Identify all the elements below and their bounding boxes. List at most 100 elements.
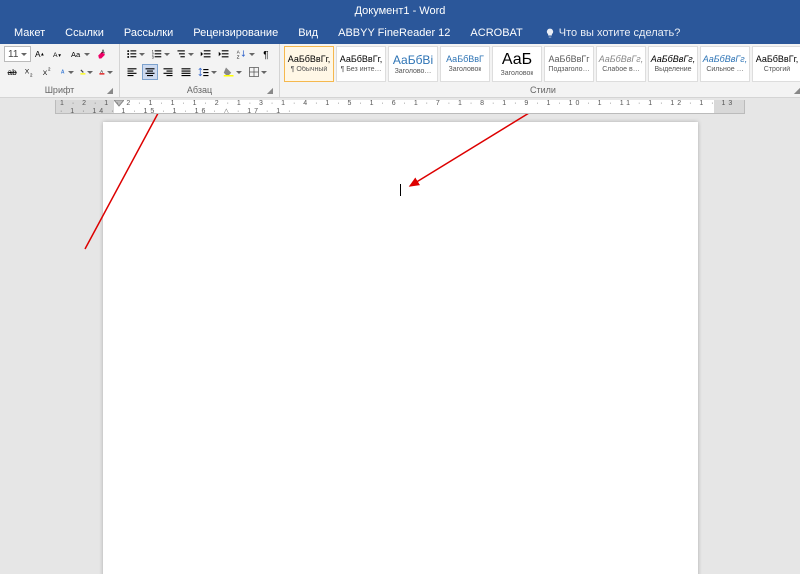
style-item-5[interactable]: АаБбВвГг Подзаголо… [544,46,594,82]
style-item-4[interactable]: АаБ Заголовок [492,46,542,82]
font-dialog-launcher[interactable]: ◢ [105,86,115,96]
style-name: Подзаголо… [548,66,589,73]
superscript-icon: X2 [42,66,54,78]
paragraph-group-label: Абзац ◢ [124,84,275,97]
style-sample: АаБбВвГг [548,55,589,64]
strikethrough-icon: ab [6,66,18,78]
show-marks-button[interactable]: ¶ [259,46,275,62]
style-sample: АаБбВвГ [446,55,484,64]
svg-text:2: 2 [30,73,33,78]
group-font: 11 A▴ A▾ Aa A ab X2 X2 A A Шрифт ◢ [0,44,120,97]
svg-text:3: 3 [151,55,153,59]
ribbon-tabs: Макет Ссылки Рассылки Рецензирование Вид… [0,22,800,44]
title-bar: Документ1 - Word [0,0,800,22]
style-sample: АаБбВвГг, [599,55,643,64]
align-justify-button[interactable] [178,64,194,80]
style-sample: АаБбВвГг, [651,55,695,64]
style-sample: АаБ [502,52,532,68]
tab-view[interactable]: Вид [288,22,328,44]
style-name: Заголовок [449,66,482,73]
tab-review[interactable]: Рецензирование [183,22,288,44]
horizontal-ruler[interactable]: 1 · 2 · 1 · 2 · 1 · 1 · 1 · 2 · 1 · 3 · … [55,100,745,114]
tab-references[interactable]: Ссылки [55,22,114,44]
grow-font-button[interactable]: A▴ [33,46,49,62]
styles-gallery[interactable]: АаБбВвГг,¶ ОбычныйАаБбВвГг,¶ Без инте…Аа… [284,46,800,82]
style-item-9[interactable]: АаБбВвГг, Строгий [752,46,800,82]
style-item-6[interactable]: АаБбВвГг,Слабое в… [596,46,646,82]
align-left-icon [126,66,138,78]
multilevel-list-button[interactable] [174,46,197,62]
shading-button[interactable] [221,64,244,80]
style-sample: АаБбВвГг, [756,55,799,64]
font-color-icon: A [99,66,106,78]
align-justify-icon [180,66,192,78]
text-cursor [400,184,401,196]
line-spacing-button[interactable] [196,64,219,80]
shrink-font-button[interactable]: A▾ [51,46,67,62]
style-item-2[interactable]: АаБбВіЗаголово… [388,46,438,82]
tab-mailings[interactable]: Рассылки [114,22,183,44]
style-item-0[interactable]: АаБбВвГг,¶ Обычный [284,46,334,82]
increase-indent-button[interactable] [216,46,232,62]
style-name: ¶ Без инте… [341,66,382,73]
subscript-button[interactable]: X2 [22,64,38,80]
highlight-button[interactable] [78,64,96,80]
font-group-label: Шрифт ◢ [4,84,115,97]
paragraph-dialog-launcher[interactable]: ◢ [265,86,275,96]
subscript-icon: X2 [24,66,36,78]
strikethrough-button[interactable]: ab [4,64,20,80]
eraser-icon: A [96,48,108,60]
highlight-icon [80,66,87,78]
svg-text:▴: ▴ [41,52,44,58]
text-effects-icon: A [60,66,67,78]
group-styles: АаБбВвГг,¶ ОбычныйАаБбВвГг,¶ Без инте…Аа… [280,44,800,97]
bullets-button[interactable] [124,46,147,62]
tab-acrobat[interactable]: ACROBAT [460,22,532,44]
clear-formatting-button[interactable]: A [94,46,110,62]
svg-text:2: 2 [48,67,51,72]
svg-text:X: X [25,69,30,76]
svg-text:A: A [61,70,65,76]
style-item-3[interactable]: АаБбВвГ Заголовок [440,46,490,82]
svg-text:A: A [101,69,104,74]
borders-button[interactable] [246,64,269,80]
svg-text:¶: ¶ [263,50,268,60]
style-item-8[interactable]: АаБбВвГг, Сильное … [700,46,750,82]
sort-button[interactable]: AZ [234,46,257,62]
style-name: Заголовок [501,70,534,77]
svg-text:A: A [237,49,240,54]
bullets-icon [126,48,138,60]
document-workspace [0,114,800,574]
font-color-button[interactable]: A [97,64,115,80]
style-sample: АаБбВвГг, [288,55,331,64]
numbering-button[interactable]: 123 [149,46,172,62]
tab-layout[interactable]: Макет [4,22,55,44]
tab-abbyy[interactable]: ABBYY FineReader 12 [328,22,460,44]
align-right-button[interactable] [160,64,176,80]
style-sample: АаБбВвГг, [703,55,747,64]
align-center-icon [144,66,156,78]
grow-font-icon: A▴ [35,48,47,60]
decrease-indent-button[interactable] [198,46,214,62]
style-name: Выделение [654,66,691,73]
svg-text:X: X [43,70,48,77]
tell-me-search[interactable]: Что вы хотите сделать? [533,27,681,39]
change-case-button[interactable]: Aa [69,46,92,62]
align-center-button[interactable] [142,64,158,80]
style-item-1[interactable]: АаБбВвГг,¶ Без инте… [336,46,386,82]
svg-text:▾: ▾ [59,53,62,59]
style-item-7[interactable]: АаБбВвГг, Выделение [648,46,698,82]
superscript-button[interactable]: X2 [40,64,56,80]
styles-dialog-launcher[interactable]: ◢ [792,86,800,96]
document-page[interactable] [103,122,698,574]
ruler-container: 1 · 2 · 1 · 2 · 1 · 1 · 1 · 2 · 1 · 3 · … [0,98,800,114]
svg-text:Aa: Aa [71,50,81,59]
font-size-combo[interactable]: 11 [4,46,31,62]
svg-text:A: A [53,52,58,59]
borders-icon [248,66,260,78]
align-left-button[interactable] [124,64,140,80]
style-name: Строгий [764,66,790,73]
text-effects-button[interactable]: A [58,64,76,80]
style-sample: АаБбВі [393,54,433,66]
style-name: Сильное … [706,66,743,73]
